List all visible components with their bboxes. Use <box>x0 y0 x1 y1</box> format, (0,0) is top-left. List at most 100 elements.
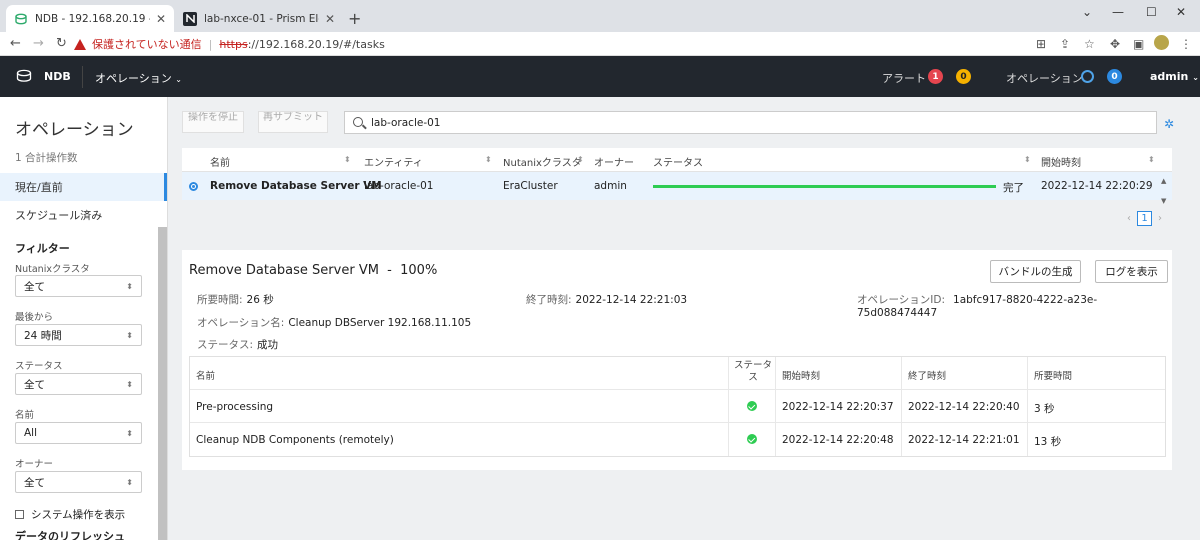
view-log-button[interactable]: ログを表示 <box>1095 260 1168 283</box>
alerts-critical-badge[interactable]: 1 <box>928 69 943 84</box>
browser-tab-ndb[interactable]: NDB - 192.168.20.19 - オペレーショ ✕ <box>6 5 174 32</box>
prev-page-icon[interactable]: ‹ <box>1127 213 1131 224</box>
sort-icon[interactable]: ⬍ <box>577 155 584 164</box>
filter-owner-select[interactable]: 全て ⬍ <box>15 471 142 493</box>
browser-tab-prism[interactable]: lab-nxce-01 - Prism Element ✕ <box>175 5 343 32</box>
step-start: 2022-12-14 22:20:37 <box>782 401 894 413</box>
table-row: Pre-processing 2022-12-14 22:20:37 2022-… <box>190 390 1165 423</box>
detail-title: Remove Database Server VM - 100% <box>189 263 438 278</box>
alerts-warning-badge[interactable]: 0 <box>956 69 971 84</box>
data-refresh-heading: データのリフレッシュ <box>15 530 125 540</box>
table-header: 名前 ⬍ エンティティ ⬍ Nutanixクラスタ ⬍ オーナー ステータス ⬍… <box>182 148 1172 172</box>
reload-icon[interactable]: ↻ <box>56 36 67 51</box>
success-check-icon <box>747 401 757 411</box>
duration-field: 所要時間: 26 秒 <box>197 294 274 306</box>
more-menu-icon[interactable]: ⋮ <box>1180 37 1192 51</box>
row-select-radio[interactable] <box>189 182 198 191</box>
new-tab-button[interactable]: + <box>348 9 361 28</box>
url-path: ://192.168.20.19/#/tasks <box>247 37 385 51</box>
main-menu-dropdown[interactable]: オペレーション ⌄ <box>95 70 182 86</box>
status-field: ステータス: 成功 <box>197 339 279 351</box>
steps-table: 名前 ステータス 開始時刻 終了時刻 所要時間 Pre-processing 2… <box>189 356 1166 457</box>
col-start[interactable]: 開始時刻 <box>1041 154 1081 169</box>
end-time-field: 終了時刻: 2022-12-14 22:21:03 <box>526 294 688 306</box>
row-start: 2022-12-14 22:20:29 <box>1041 180 1153 192</box>
url-scheme: https <box>219 37 248 51</box>
steps-col-end: 終了時刻 <box>908 371 947 382</box>
bookmark-star-icon[interactable]: ☆ <box>1084 37 1095 51</box>
steps-col-start: 開始時刻 <box>782 371 821 382</box>
brand-name: NDB <box>44 70 71 83</box>
gear-icon[interactable]: ✲ <box>1164 117 1174 131</box>
table-scroll-arrows[interactable]: ▲ ▼ <box>1161 176 1166 206</box>
row-name: Remove Database Server VM <box>210 180 382 192</box>
sidebar-scrollbar[interactable] <box>158 227 167 540</box>
minimize-button[interactable]: — <box>1112 5 1124 19</box>
app-header: NDB オペレーション ⌄ アラート 1 0 オペレーション 0 admin ⌄ <box>0 56 1200 97</box>
operations-label[interactable]: オペレーション <box>1006 70 1083 86</box>
step-duration: 3 秒 <box>1034 403 1055 415</box>
extensions-icon[interactable]: ✥ <box>1110 37 1120 51</box>
page-number[interactable]: 1 <box>1137 211 1152 226</box>
operations-ring-icon <box>1081 70 1094 83</box>
generate-bundle-button[interactable]: バンドルの生成 <box>990 260 1081 283</box>
sort-icon[interactable]: ⬍ <box>344 155 351 164</box>
operations-count-badge[interactable]: 0 <box>1107 69 1122 84</box>
security-warning[interactable]: 保護されていない通信 <box>74 36 202 52</box>
chevron-down-icon: ⌄ <box>175 75 182 84</box>
steps-header: 名前 ステータス 開始時刻 終了時刻 所要時間 <box>190 357 1165 390</box>
col-entity[interactable]: エンティティ <box>364 154 423 169</box>
side-panel-icon[interactable]: ▣ <box>1133 37 1144 51</box>
sidebar: オペレーション 1 合計操作数 現在/直前 スケジュール済み フィルター Nut… <box>0 97 168 540</box>
search-input[interactable]: lab-oracle-01 <box>344 111 1157 134</box>
filter-status-select[interactable]: 全て ⬍ <box>15 373 142 395</box>
filter-owner-label: オーナー <box>15 459 54 470</box>
filter-since-label: 最後から <box>15 312 54 323</box>
close-tab-icon[interactable]: ✕ <box>156 12 166 26</box>
operation-name-field: オペレーション名: Cleanup DBServer 192.168.11.105 <box>197 317 472 329</box>
close-window-button[interactable]: ✕ <box>1176 5 1186 19</box>
sort-icon[interactable]: ⬍ <box>485 155 492 164</box>
select-arrows-icon: ⬍ <box>126 330 133 340</box>
operations-table: 名前 ⬍ エンティティ ⬍ Nutanixクラスタ ⬍ オーナー ステータス ⬍… <box>182 148 1172 200</box>
alerts-label[interactable]: アラート <box>882 70 926 86</box>
translate-icon[interactable]: ⊞ <box>1036 37 1046 51</box>
next-page-icon[interactable]: › <box>1158 213 1162 224</box>
show-system-ops-checkbox[interactable]: システム操作を表示 <box>15 507 125 522</box>
filter-name-label: 名前 <box>15 410 35 421</box>
url-field[interactable]: 保護されていない通信 | https ://192.168.20.19/#/ta… <box>74 34 1104 54</box>
share-icon[interactable]: ⇪ <box>1060 37 1070 51</box>
profile-avatar[interactable] <box>1154 35 1169 50</box>
filter-name-select[interactable]: All ⬍ <box>15 422 142 444</box>
back-arrow-icon[interactable]: ← <box>10 36 21 51</box>
row-owner: admin <box>594 180 627 192</box>
row-entity: lab-oracle-01 <box>364 180 434 192</box>
select-arrows-icon: ⬍ <box>126 477 133 487</box>
sort-icon[interactable]: ⬍ <box>1148 155 1155 164</box>
tab-title: lab-nxce-01 - Prism Element <box>204 12 319 25</box>
steps-col-duration: 所要時間 <box>1034 371 1073 382</box>
tab-search-icon[interactable]: ⌄ <box>1082 5 1092 19</box>
user-menu[interactable]: admin ⌄ <box>1150 70 1199 83</box>
stop-operation-button[interactable]: 操作を停止 <box>182 111 244 133</box>
ndb-favicon-icon <box>14 12 28 26</box>
nutanix-favicon-icon <box>183 11 197 26</box>
col-owner[interactable]: オーナー <box>594 154 634 169</box>
operation-detail-panel: Remove Database Server VM - 100% バンドルの生成… <box>182 250 1172 470</box>
step-end: 2022-12-14 22:21:01 <box>908 434 1020 446</box>
step-start: 2022-12-14 22:20:48 <box>782 434 894 446</box>
maximize-button[interactable]: ☐ <box>1146 5 1157 19</box>
close-tab-icon[interactable]: ✕ <box>325 12 335 26</box>
filter-cluster-select[interactable]: 全て ⬍ <box>15 275 142 297</box>
forward-arrow-icon[interactable]: → <box>33 36 44 51</box>
sidebar-item-current[interactable]: 現在/直前 <box>0 173 167 201</box>
tab-title: NDB - 192.168.20.19 - オペレーショ <box>35 13 150 25</box>
resubmit-button[interactable]: 再サブミット <box>258 111 328 133</box>
sort-icon[interactable]: ⬍ <box>1024 155 1031 164</box>
sidebar-item-scheduled[interactable]: スケジュール済み <box>0 201 167 229</box>
col-name[interactable]: 名前 <box>210 154 230 169</box>
col-status[interactable]: ステータス <box>653 154 703 169</box>
table-row[interactable]: Remove Database Server VM lab-oracle-01 … <box>182 172 1172 200</box>
filter-since-select[interactable]: 24 時間 ⬍ <box>15 324 142 346</box>
col-cluster[interactable]: Nutanixクラスタ <box>503 154 582 169</box>
